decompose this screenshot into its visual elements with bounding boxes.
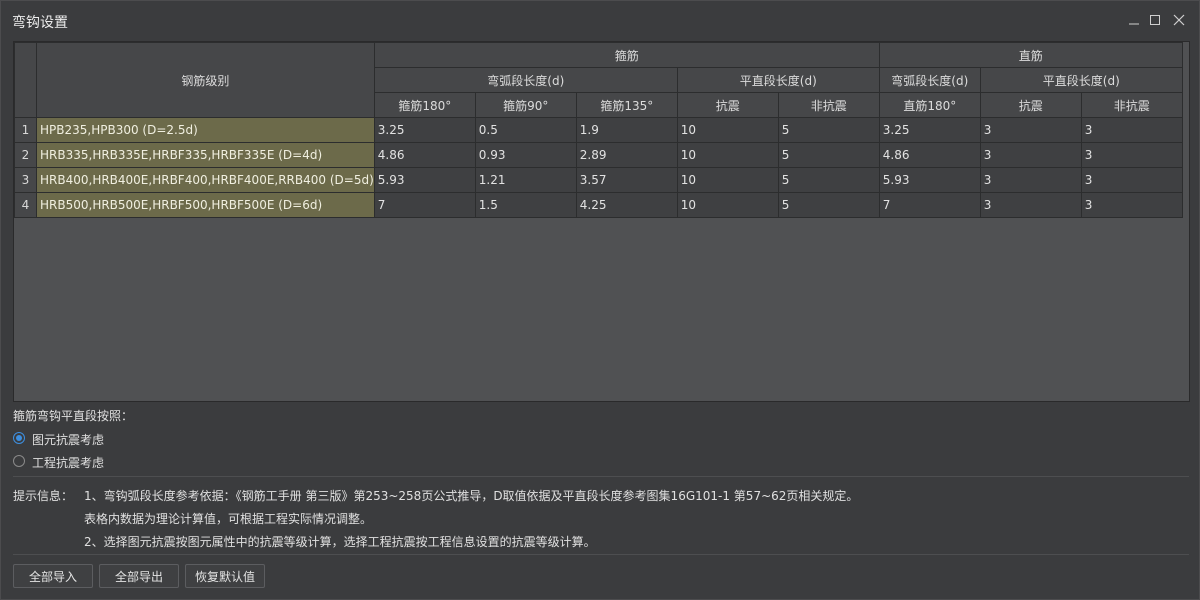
- table-cell[interactable]: 3: [1080, 117, 1183, 143]
- table-cell[interactable]: 4.86: [373, 142, 476, 168]
- table-cell[interactable]: 3: [1080, 167, 1183, 193]
- table-cell[interactable]: 3.57: [575, 167, 678, 193]
- table-cell[interactable]: 3: [1080, 142, 1183, 168]
- element-seismic-radio[interactable]: 图元抗震考虑: [13, 432, 133, 447]
- table-cell[interactable]: 3.25: [373, 117, 476, 143]
- table-cell[interactable]: 7: [878, 192, 981, 218]
- divider: [13, 554, 1189, 555]
- export-all-button[interactable]: 全部导出: [99, 564, 179, 588]
- row-number: 3: [14, 167, 37, 193]
- maximize-icon: [1150, 15, 1160, 25]
- grade-cell[interactable]: HRB335,HRB335E,HRBF335,HRBF335E (D=4d): [36, 142, 375, 168]
- table-row: 3 HRB400,HRB400E,HRBF400,HRBF400E,RRB400…: [14, 167, 1183, 193]
- radio-checked-icon: [13, 432, 25, 444]
- stirrup-flat-length-header: 平直段长度(d): [676, 67, 880, 93]
- table-cell[interactable]: 4.25: [575, 192, 678, 218]
- hint-line-1: 1、弯钩弧段长度参考依据：《钢筋工手册 第三版》第253~258页公式推导，D取…: [84, 489, 859, 503]
- table-cell[interactable]: 5: [777, 117, 880, 143]
- table-cell[interactable]: 3: [979, 167, 1082, 193]
- row-number: 4: [14, 192, 37, 218]
- grade-cell[interactable]: HRB500,HRB500E,HRBF500,HRBF500E (D=6d): [36, 192, 375, 218]
- table-cell[interactable]: 3: [1080, 192, 1183, 218]
- table-cell[interactable]: 10: [676, 167, 779, 193]
- table-cell[interactable]: 3: [979, 142, 1082, 168]
- table-cell[interactable]: 0.5: [474, 117, 577, 143]
- import-all-button[interactable]: 全部导入: [13, 564, 93, 588]
- project-seismic-radio-label: 工程抗震考虑: [32, 456, 105, 470]
- grade-header: 钢筋级别: [36, 42, 375, 118]
- project-seismic-radio[interactable]: 工程抗震考虑: [13, 455, 133, 470]
- close-icon: [1173, 14, 1185, 26]
- table-cell[interactable]: 10: [676, 192, 779, 218]
- table-cell[interactable]: 5: [777, 192, 880, 218]
- table-row: 4 HRB500,HRB500E,HRBF500,HRBF500E (D=6d)…: [14, 192, 1183, 218]
- table-cell[interactable]: 3: [979, 192, 1082, 218]
- hint-line-2: 表格内数据为理论计算值，可根据工程实际情况调整。: [84, 512, 373, 526]
- column-header: 箍筋90°: [474, 92, 577, 118]
- corner-header: [14, 42, 37, 118]
- element-seismic-radio-label: 图元抗震考虑: [32, 433, 105, 447]
- column-header: 非抗震: [777, 92, 880, 118]
- hook-settings-dialog: 弯钩设置 钢筋级别 箍筋 直筋 弯弧段长度(d) 平直段长度(d) 弯弧段长度(…: [0, 0, 1200, 600]
- table-row: 1 HPB235,HPB300 (D=2.5d) 3.25 0.5 1.9 10…: [14, 117, 1183, 143]
- table-cell[interactable]: 1.5: [474, 192, 577, 218]
- table-cell[interactable]: 0.93: [474, 142, 577, 168]
- column-header: 非抗震: [1080, 92, 1183, 118]
- table-cell[interactable]: 5: [777, 167, 880, 193]
- table-cell[interactable]: 1.21: [474, 167, 577, 193]
- table-cell[interactable]: 5: [777, 142, 880, 168]
- table-cell[interactable]: 3.25: [878, 117, 981, 143]
- straight-arc-length-header: 弯弧段长度(d): [878, 67, 981, 93]
- table-cell[interactable]: 1.9: [575, 117, 678, 143]
- grade-cell[interactable]: HRB400,HRB400E,HRBF400,HRBF400E,RRB400 (…: [36, 167, 375, 193]
- straight-bar-header: 直筋: [878, 42, 1183, 68]
- hint-label: 提示信息：: [13, 489, 74, 503]
- radio-unchecked-icon: [13, 455, 25, 467]
- table-cell[interactable]: 4.86: [878, 142, 981, 168]
- close-button[interactable]: [1166, 7, 1192, 33]
- restore-default-button[interactable]: 恢复默认值: [185, 564, 265, 588]
- table-cell[interactable]: 10: [676, 117, 779, 143]
- table-cell[interactable]: 10: [676, 142, 779, 168]
- hook-settings-grid: 钢筋级别 箍筋 直筋 弯弧段长度(d) 平直段长度(d) 弯弧段长度(d) 平直…: [13, 41, 1190, 402]
- divider: [13, 476, 1189, 477]
- stirrup-hook-option-label: 箍筋弯钩平直段按照：: [13, 409, 134, 423]
- column-header: 抗震: [676, 92, 779, 118]
- hint-line-3: 2、选择图元抗震按图元属性中的抗震等级计算，选择工程抗震按工程信息设置的抗震等级…: [84, 535, 596, 549]
- dialog-title: 弯钩设置: [12, 15, 68, 31]
- table-cell[interactable]: 5.93: [373, 167, 476, 193]
- minimize-icon: [1129, 23, 1139, 25]
- column-header: 直筋180°: [878, 92, 981, 118]
- maximize-button[interactable]: [1142, 7, 1168, 33]
- row-number: 2: [14, 142, 37, 168]
- row-number: 1: [14, 117, 37, 143]
- hook-table: 钢筋级别 箍筋 直筋 弯弧段长度(d) 平直段长度(d) 弯弧段长度(d) 平直…: [14, 42, 1183, 218]
- title-bar: 弯钩设置: [1, 1, 1199, 39]
- column-header: 箍筋135°: [575, 92, 678, 118]
- table-cell[interactable]: 7: [373, 192, 476, 218]
- table-cell[interactable]: 5.93: [878, 167, 981, 193]
- column-header: 箍筋180°: [373, 92, 476, 118]
- table-cell[interactable]: 2.89: [575, 142, 678, 168]
- table-row: 2 HRB335,HRB335E,HRBF335,HRBF335E (D=4d)…: [14, 142, 1183, 168]
- stirrup-arc-length-header: 弯弧段长度(d): [373, 67, 678, 93]
- stirrup-header: 箍筋: [373, 42, 880, 68]
- table-cell[interactable]: 3: [979, 117, 1082, 143]
- column-header: 抗震: [979, 92, 1082, 118]
- grade-cell[interactable]: HPB235,HPB300 (D=2.5d): [36, 117, 375, 143]
- straight-flat-length-header: 平直段长度(d): [979, 67, 1183, 93]
